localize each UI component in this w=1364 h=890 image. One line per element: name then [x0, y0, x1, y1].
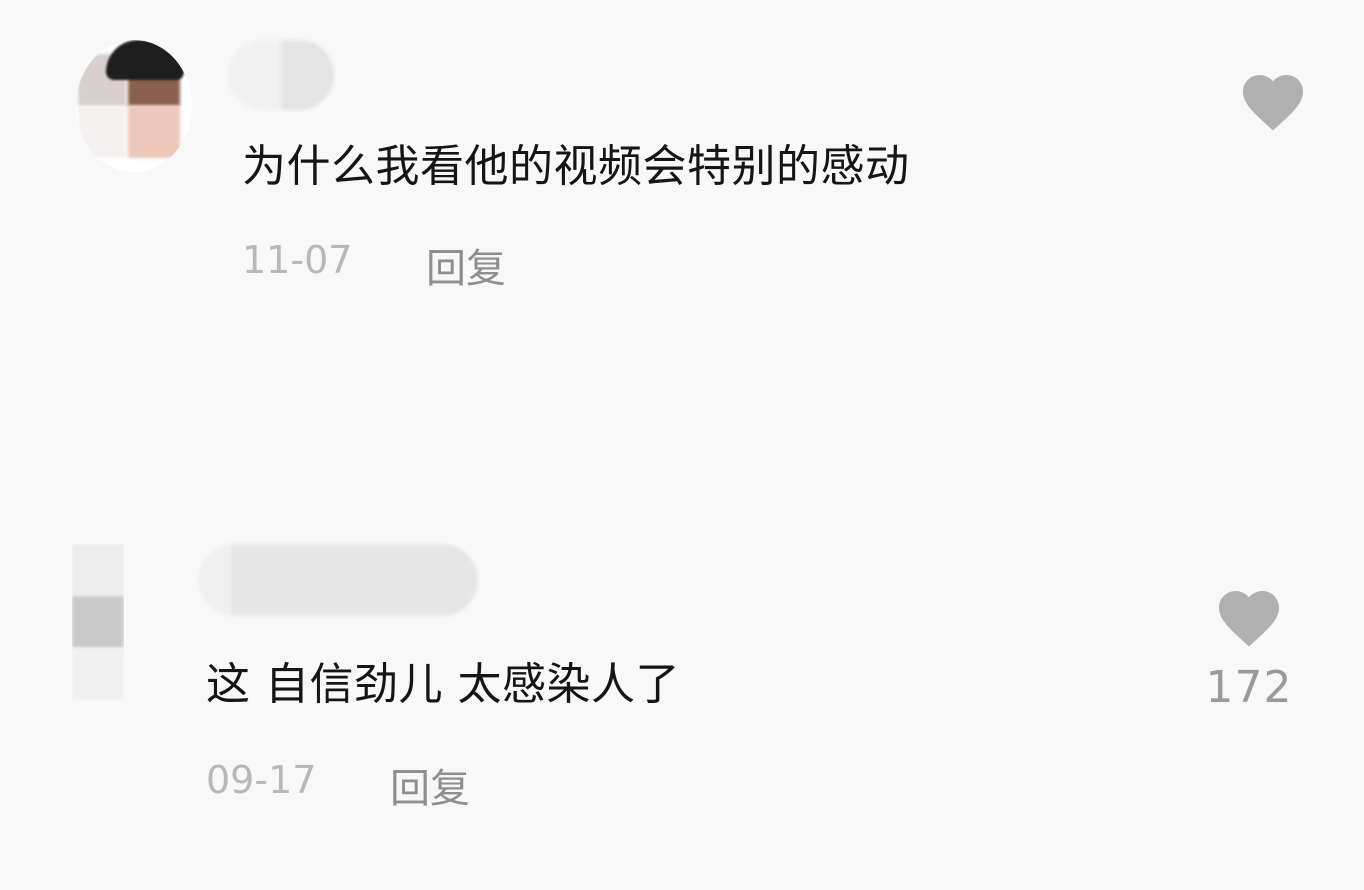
comment-date: 11-07 [242, 238, 353, 282]
comment-item: 为什么我看他的视频会特别的感动 11-07 回复 [0, 0, 1364, 330]
username-blurred[interactable] [198, 544, 478, 616]
avatar-pixel [128, 106, 180, 158]
avatar-pixel [72, 596, 124, 648]
avatar-pixel [72, 648, 124, 700]
comment-date: 09-17 [206, 758, 317, 802]
comment-text: 这 自信劲儿 太感染人了 [206, 659, 680, 710]
avatar[interactable] [72, 544, 124, 700]
like-group: 172 [1204, 582, 1294, 713]
avatar-hair [106, 40, 184, 80]
comment-item: 这 自信劲儿 太感染人了 09-17 回复 172 [0, 520, 1364, 860]
reply-button[interactable]: 回复 [390, 756, 470, 814]
like-count: 172 [1205, 662, 1293, 713]
comment-text: 为什么我看他的视频会特别的感动 [242, 141, 910, 192]
heart-icon[interactable] [1213, 582, 1285, 648]
avatar[interactable] [76, 40, 192, 172]
username-blurred[interactable] [228, 40, 334, 110]
reply-button[interactable]: 回复 [426, 236, 506, 294]
like-group [1228, 66, 1318, 146]
avatar-pixel [72, 544, 124, 596]
heart-icon[interactable] [1237, 66, 1309, 132]
avatar-pixel [78, 106, 126, 158]
